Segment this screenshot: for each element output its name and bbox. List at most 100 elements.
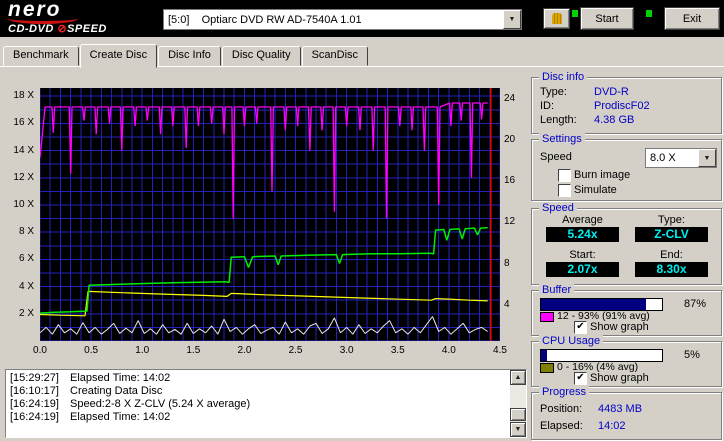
x-axis-label: 0.5	[84, 345, 99, 356]
scrollbar-thumb[interactable]	[510, 408, 526, 421]
log-text: Speed:2-8 X Z-CLV (5.24 X average)	[70, 398, 251, 410]
app-window: nero CD-DVD ⊘SPEED [5:0] Optiarc DVD RW …	[0, 0, 724, 441]
y-axis-right-label: 20	[504, 134, 516, 145]
x-axis-label: 3.5	[390, 345, 405, 356]
logo-speed-o-icon: ⊘	[57, 23, 68, 35]
logo-subtext: CD-DVD ⊘SPEED	[8, 22, 107, 35]
elapsed-label: Elapsed:	[540, 420, 583, 432]
y-axis-left-label: 12 X	[13, 171, 34, 183]
start-speed-value: 2.07x	[546, 262, 619, 277]
chevron-down-icon[interactable]: ▼	[698, 149, 716, 167]
log-text: Elapsed Time: 14:02	[70, 372, 171, 384]
y-axis-right-label: 16	[504, 175, 516, 187]
y-axis-left-label: 10 X	[13, 198, 34, 210]
buffer-show-graph-label: Show graph	[590, 321, 649, 333]
plot-svg	[40, 88, 500, 341]
y-axis-left-label: 2 X	[18, 307, 34, 319]
buffer-bar-fill	[541, 299, 647, 310]
elapsed-value: 14:02	[598, 420, 626, 432]
disc-length-value: 4.38 GB	[594, 114, 635, 126]
scroll-down-icon[interactable]: ▼	[510, 422, 526, 437]
y-axis-left-label: 14 X	[13, 144, 34, 156]
y-axis-left-label: 8 X	[18, 226, 34, 238]
position-label: Position:	[540, 403, 583, 415]
y-axis-right-label: 12	[504, 216, 516, 228]
start-speed-label: Start:	[569, 249, 596, 261]
disc-info-box: Disc info Type: DVD-R ID: ProdiscF02 Len…	[531, 71, 722, 134]
x-axis-label: 4.5	[493, 345, 507, 356]
log-line: [16:10:17] Creating Data Disc	[10, 385, 508, 398]
hand-button[interactable]	[543, 8, 570, 29]
log-text: Creating Data Disc	[70, 385, 163, 397]
log-lines: [15:29:27] Elapsed Time: 14:02 [16:10:17]…	[10, 372, 508, 435]
average-label: Average	[562, 214, 603, 226]
tab-scandisc[interactable]: ScanDisc	[301, 46, 369, 66]
x-axis-label: 2.5	[288, 345, 303, 356]
buffer-percent: 87%	[684, 298, 707, 310]
y-axis-right-label: 24	[504, 92, 516, 104]
disc-id-label: ID:	[540, 100, 555, 112]
x-axis-label: 3.0	[339, 345, 354, 356]
x-axis-label: 1.0	[135, 345, 150, 356]
x-axis-label: 4.0	[441, 345, 456, 356]
progress-box: Progress Position: 4483 MB Elapsed: 14:0…	[531, 386, 722, 440]
x-axis-label: 0.0	[33, 345, 47, 356]
chevron-down-icon[interactable]: ▼	[503, 10, 521, 29]
simulate-label: Simulate	[574, 184, 617, 196]
logo-subtext-left: CD-DVD	[8, 23, 58, 35]
log-scrollbar[interactable]: ▲ ▼	[510, 370, 526, 437]
log-time: [15:29:27]	[10, 372, 59, 384]
tab-disc-info[interactable]: Disc Info	[158, 46, 221, 66]
speed-select[interactable]: 8.0 X ▼	[645, 148, 717, 168]
buffer-show-graph-checkbox[interactable]: ✔	[574, 321, 587, 334]
speed-select-value: 8.0 X	[650, 152, 676, 164]
disc-type-label: Type:	[540, 86, 567, 98]
log-line: [15:29:27] Elapsed Time: 14:02	[10, 372, 508, 385]
tab-benchmark[interactable]: Benchmark	[3, 46, 79, 66]
green-indicator-icon	[646, 10, 652, 17]
buffer-box: Buffer 87% 12 - 93% (91% avg) ✔ Show gra…	[531, 284, 722, 336]
log-time: [16:10:17]	[10, 385, 59, 397]
y-axis-left-label: 16 X	[13, 117, 34, 129]
nero-logo: nero CD-DVD ⊘SPEED	[8, 0, 158, 37]
log-line: [16:24:19] Elapsed Time: 14:02	[10, 411, 508, 424]
y-axis-right-label: 4	[504, 298, 510, 310]
disc-type-value: DVD-R	[594, 86, 629, 98]
graph-area: 0.0 0.5 1.0 1.5 2.0 2.5 3.0 3.5 4.0 4.5 2 X 4 X 6 X 8…	[0, 68, 530, 368]
speed-setting-label: Speed	[540, 151, 572, 163]
header: nero CD-DVD ⊘SPEED [5:0] Optiarc DVD RW …	[0, 0, 724, 37]
cpu-color-swatch	[540, 363, 554, 373]
disc-id-value: ProdiscF02	[594, 100, 650, 112]
y-axis-left-label: 18 X	[13, 90, 34, 102]
cpu-bar-fill	[541, 350, 548, 361]
type-value: Z-CLV	[635, 227, 708, 242]
position-value: 4483 MB	[598, 403, 643, 415]
log-time: [16:24:19]	[10, 411, 59, 423]
drive-select-value: [5:0] Optiarc DVD RW AD-7540A 1.01	[168, 13, 362, 26]
log-panel[interactable]: [15:29:27] Elapsed Time: 14:02 [16:10:17]…	[5, 369, 527, 438]
log-time: [16:24:19]	[10, 398, 59, 410]
exit-button[interactable]: Exit	[664, 7, 720, 30]
x-axis-label: 2.0	[237, 345, 252, 356]
start-button[interactable]: Start	[580, 7, 634, 30]
settings-box: Settings Speed 8.0 X ▼ Burn image Simula…	[531, 133, 722, 201]
speed-box-title: Speed	[539, 202, 577, 214]
log-text: Elapsed Time: 14:02	[70, 411, 171, 423]
tab-create-disc[interactable]: Create Disc	[79, 44, 158, 68]
drive-select[interactable]: [5:0] Optiarc DVD RW AD-7540A 1.01 ▼	[163, 9, 522, 30]
scroll-up-icon[interactable]: ▲	[510, 370, 526, 385]
settings-title: Settings	[539, 133, 585, 145]
tab-disc-quality[interactable]: Disc Quality	[221, 46, 301, 66]
burn-image-checkbox[interactable]	[558, 169, 571, 182]
tab-bar: Benchmark Create Disc Disc Info Disc Qua…	[3, 44, 369, 68]
cpu-show-graph-checkbox[interactable]: ✔	[574, 372, 587, 385]
end-speed-label: End:	[660, 249, 683, 261]
x-axis-label: 1.5	[186, 345, 201, 356]
type-label: Type:	[658, 214, 685, 226]
average-value: 5.24x	[546, 227, 619, 242]
buffer-title: Buffer	[539, 284, 575, 296]
y-axis-right-label: 8	[504, 257, 510, 269]
y-axis-left-label: 6 X	[18, 253, 34, 265]
buffer-color-swatch	[540, 312, 554, 322]
simulate-checkbox[interactable]	[558, 184, 571, 197]
